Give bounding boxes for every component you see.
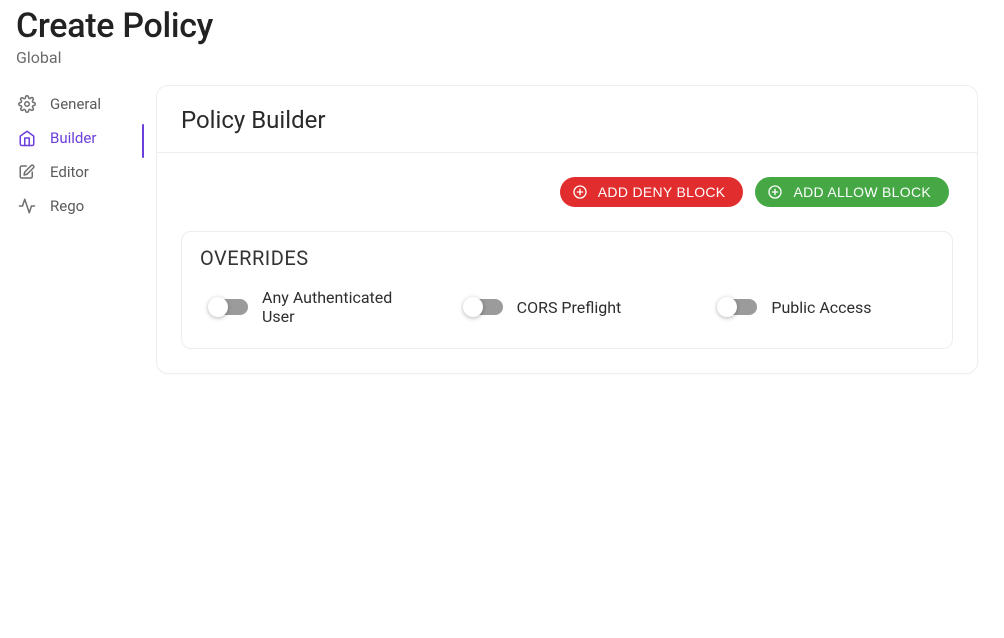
- overrides-title: OVERRIDES: [200, 246, 934, 270]
- add-allow-block-button[interactable]: ADD ALLOW BLOCK: [755, 177, 949, 207]
- button-label: ADD ALLOW BLOCK: [793, 184, 931, 200]
- home-icon: [18, 129, 36, 147]
- override-cors-preflight: CORS Preflight: [465, 288, 680, 326]
- pencil-square-icon: [18, 163, 36, 181]
- card-title: Policy Builder: [181, 106, 953, 134]
- add-deny-block-button[interactable]: ADD DENY BLOCK: [560, 177, 744, 207]
- card-body: ADD DENY BLOCK ADD ALLOW BLOCK: [157, 153, 977, 373]
- sidebar-item-label: Builder: [50, 129, 96, 147]
- card-header: Policy Builder: [157, 86, 977, 153]
- gear-icon: [18, 95, 36, 113]
- sidebar-item-label: General: [50, 95, 101, 113]
- sidebar-item-builder[interactable]: Builder: [16, 121, 156, 155]
- sidebar-item-label: Rego: [50, 197, 84, 215]
- override-public-access: Public Access: [719, 288, 934, 326]
- button-label: ADD DENY BLOCK: [598, 184, 726, 200]
- toggle-label: CORS Preflight: [517, 298, 622, 317]
- sidebar-item-rego[interactable]: Rego: [16, 189, 156, 223]
- page-title: Create Policy: [16, 6, 988, 46]
- toggle-cors-preflight[interactable]: [465, 299, 503, 315]
- overrides-row: Any Authenticated User CORS Preflight: [200, 288, 934, 326]
- toggle-knob: [208, 297, 228, 317]
- sidebar: General Builder: [16, 85, 156, 374]
- activity-icon: [18, 197, 36, 215]
- page-subtitle: Global: [16, 48, 988, 67]
- active-indicator: [142, 124, 144, 158]
- sidebar-item-general[interactable]: General: [16, 87, 156, 121]
- plus-circle-icon: [572, 184, 588, 200]
- override-any-authenticated-user: Any Authenticated User: [210, 288, 425, 326]
- sidebar-item-editor[interactable]: Editor: [16, 155, 156, 189]
- overrides-panel: OVERRIDES Any Authenticated User: [181, 231, 953, 349]
- plus-circle-icon: [767, 184, 783, 200]
- toggle-public-access[interactable]: [719, 299, 757, 315]
- toggle-knob: [717, 297, 737, 317]
- toggle-any-authenticated-user[interactable]: [210, 299, 248, 315]
- policy-builder-card: Policy Builder ADD DEN: [156, 85, 978, 374]
- sidebar-item-label: Editor: [50, 163, 89, 181]
- main-panel: Policy Builder ADD DEN: [156, 85, 988, 374]
- toggle-label: Public Access: [771, 298, 871, 317]
- action-row: ADD DENY BLOCK ADD ALLOW BLOCK: [181, 177, 953, 207]
- toggle-label: Any Authenticated User: [262, 288, 425, 326]
- toggle-knob: [463, 297, 483, 317]
